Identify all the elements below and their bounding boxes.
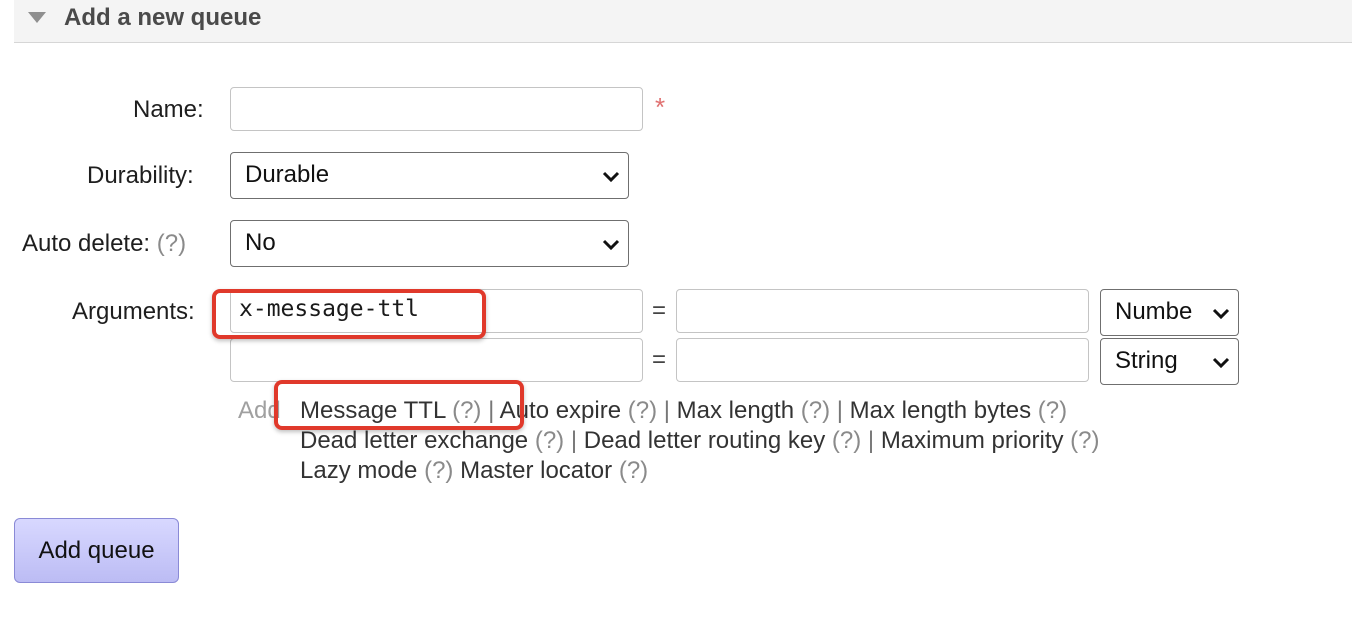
help-link[interactable]: (?) — [801, 397, 830, 424]
help-link[interactable]: (?) — [1038, 397, 1067, 424]
link-maximum-priority[interactable]: Maximum priority — [881, 427, 1064, 454]
help-link[interactable]: (?) — [535, 427, 564, 454]
argument-type-select[interactable]: Numbe — [1100, 289, 1239, 336]
name-input[interactable] — [230, 87, 643, 131]
help-link[interactable]: (?) — [619, 457, 648, 484]
argument-value-input[interactable] — [676, 289, 1089, 333]
help-link[interactable]: (?) — [628, 397, 657, 424]
auto-delete-select[interactable]: No — [230, 220, 629, 267]
required-mark: * — [655, 92, 666, 122]
equals-sign: = — [652, 297, 667, 324]
separator: | — [836, 397, 843, 424]
help-link[interactable]: (?) — [1070, 427, 1099, 454]
link-dead-letter-routing-key[interactable]: Dead letter routing key — [584, 427, 825, 454]
annotation-highlight-message-ttl — [274, 380, 524, 430]
auto-delete-help-link[interactable]: (?) — [157, 230, 186, 257]
help-link[interactable]: (?) — [832, 427, 861, 454]
separator: | — [570, 427, 578, 454]
link-dead-letter-exchange[interactable]: Dead letter exchange — [300, 427, 528, 454]
chevron-down-icon — [602, 239, 620, 251]
equals-sign: = — [652, 346, 667, 373]
chevron-down-icon — [602, 171, 620, 183]
separator: | — [663, 397, 670, 424]
durability-select[interactable]: Durable — [230, 152, 629, 199]
argument-key-input[interactable] — [230, 338, 643, 382]
arguments-label: Arguments: — [72, 298, 195, 325]
name-label: Name: — [133, 96, 204, 123]
section-title: Add a new queue — [64, 4, 262, 31]
triangle-down-icon[interactable] — [28, 12, 46, 23]
argument-type-value: Numbe — [1115, 298, 1193, 325]
durability-select-value: Durable — [245, 161, 330, 188]
link-max-length-bytes[interactable]: Max length bytes — [850, 397, 1031, 424]
chevron-down-icon — [1212, 308, 1230, 320]
auto-delete-label-text: Auto delete: — [22, 230, 151, 257]
auto-delete-label: Auto delete: (?) — [22, 230, 186, 258]
link-master-locator[interactable]: Master locator — [460, 457, 612, 484]
chevron-down-icon — [1212, 357, 1230, 369]
argument-type-select[interactable]: String — [1100, 338, 1239, 385]
link-max-length[interactable]: Max length — [677, 397, 794, 424]
link-lazy-mode[interactable]: Lazy mode — [300, 457, 417, 484]
durability-label: Durability: — [87, 162, 194, 189]
help-link[interactable]: (?) — [424, 457, 453, 484]
argument-value-input[interactable] — [676, 338, 1089, 382]
annotation-highlight-argument — [212, 289, 486, 339]
argument-type-value: String — [1115, 347, 1178, 374]
section-header[interactable]: Add a new queue — [14, 0, 1352, 43]
separator: | — [867, 427, 875, 454]
auto-delete-select-value: No — [245, 229, 276, 256]
add-queue-button[interactable]: Add queue — [14, 518, 179, 583]
